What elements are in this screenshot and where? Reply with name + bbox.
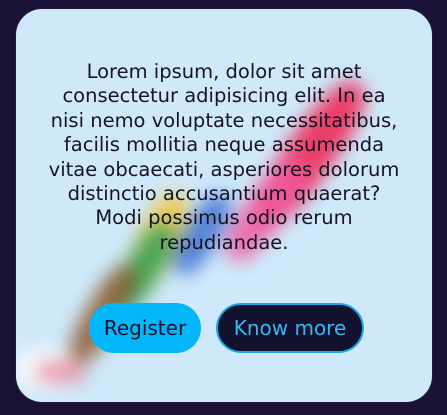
know-more-button-label: Know more	[233, 316, 347, 340]
card-body-text: Lorem ipsum, dolor sit amet consectetur …	[48, 60, 400, 254]
register-button[interactable]: Register	[89, 303, 201, 353]
register-button-label: Register	[103, 316, 187, 340]
know-more-button[interactable]: Know more	[216, 303, 364, 353]
info-card: Lorem ipsum, dolor sit amet consectetur …	[16, 9, 432, 402]
bg-stroke-rose	[36, 361, 86, 383]
